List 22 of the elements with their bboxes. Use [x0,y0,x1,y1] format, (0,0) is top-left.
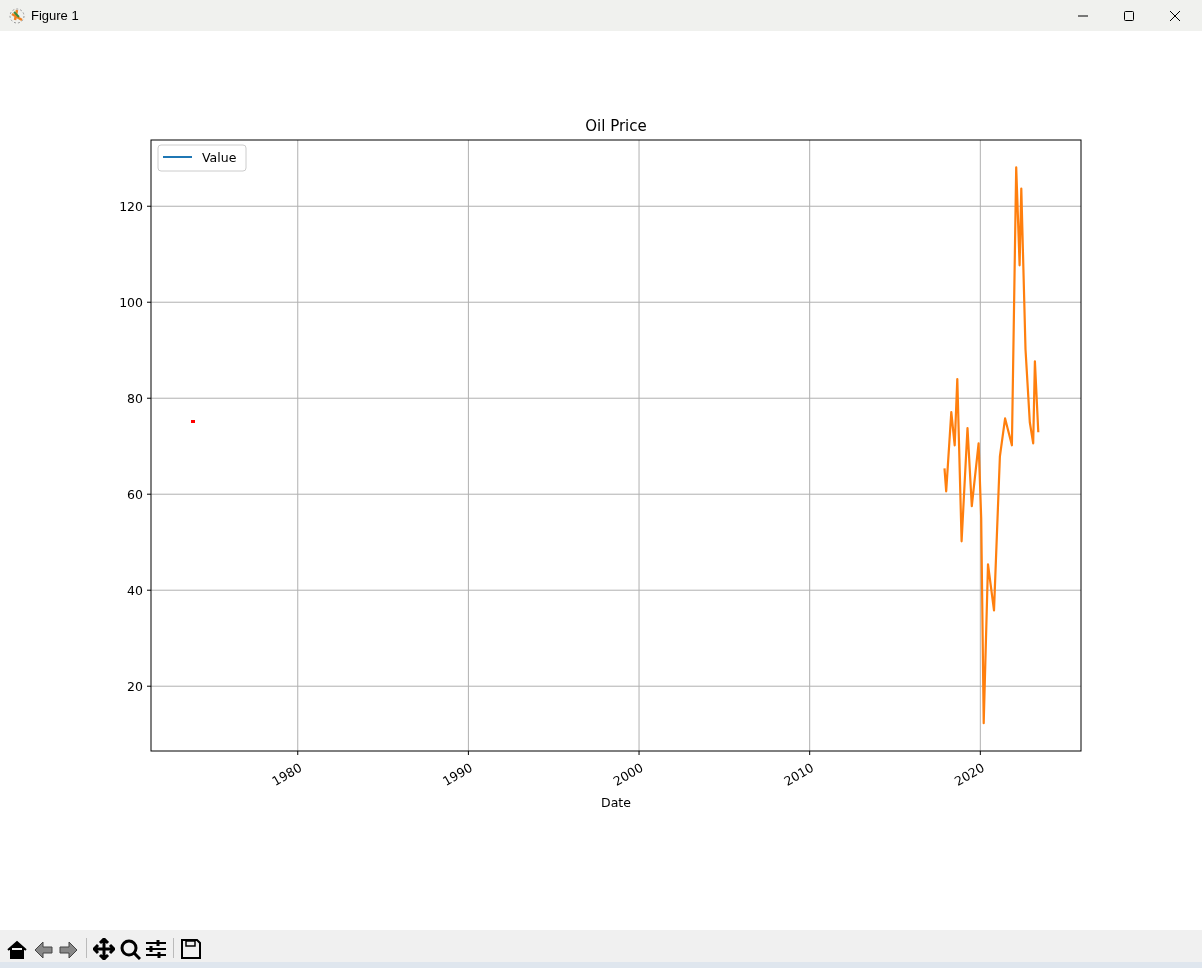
sliders-icon [145,938,167,960]
home-icon [6,938,28,960]
app-icon [9,7,25,24]
y-tick-label: 80 [127,390,143,406]
x-axis-label: Date [601,795,631,810]
y-tick-label: 40 [127,582,143,598]
y-tick-label: 60 [127,486,143,502]
home-button[interactable] [6,938,28,960]
window-title: Figure 1 [31,6,79,25]
move-arrows-icon [93,938,115,960]
close-icon [1170,10,1180,21]
legend-label: Value [202,149,237,165]
y-tick-label: 20 [127,678,143,694]
chart-title: Oil Price [585,117,647,135]
save-button[interactable] [180,938,202,960]
magnifier-icon [119,938,141,960]
maximize-icon [1124,10,1134,21]
y-tick-label: 120 [119,198,143,214]
pan-button[interactable] [93,938,115,960]
zoom-button[interactable] [119,938,141,960]
configure-button[interactable] [145,938,167,960]
y-tick-label: 100 [119,294,143,310]
